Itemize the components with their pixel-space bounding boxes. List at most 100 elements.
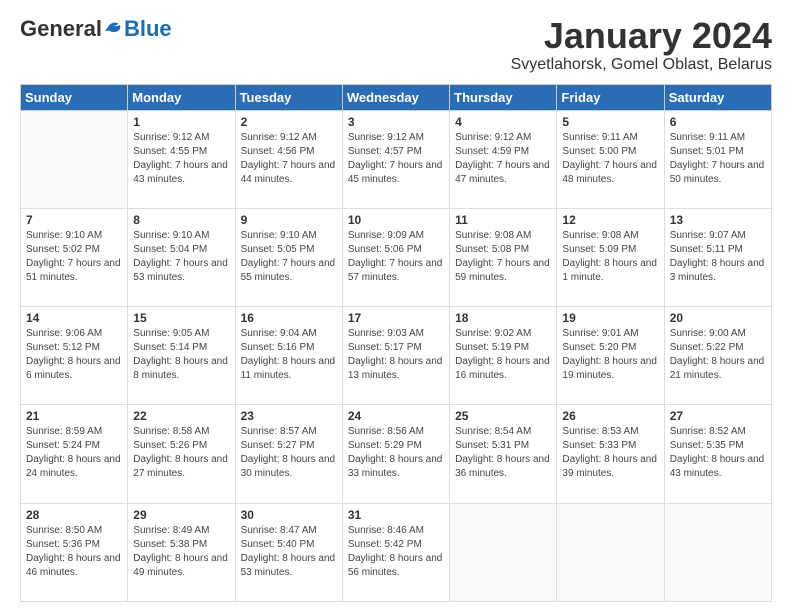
cell-date: 21 <box>26 409 122 423</box>
cell-info: Sunrise: 9:12 AMSunset: 4:56 PMDaylight:… <box>241 131 337 187</box>
cell-info: Sunrise: 8:58 AMSunset: 5:26 PMDaylight:… <box>133 425 229 481</box>
calendar-subtitle: Svyetlahorsk, Gomel Oblast, Belarus <box>511 56 772 74</box>
cell-date: 7 <box>26 213 122 227</box>
week-row-4: 28 Sunrise: 8:50 AMSunset: 5:36 PMDayligh… <box>21 503 772 601</box>
weekday-header-row: SundayMondayTuesdayWednesdayThursdayFrid… <box>21 84 772 110</box>
calendar-cell: 18Sunrise: 9:02 AMSunset: 5:19 PMDayligh… <box>450 307 557 405</box>
cell-date: 11 <box>455 213 551 227</box>
calendar-cell: 4 Sunrise: 9:12 AMSunset: 4:59 PMDaylight… <box>450 110 557 208</box>
cell-info: Sunrise: 9:01 AMSunset: 5:20 PMDaylight:… <box>562 327 658 383</box>
logo-bird-icon <box>104 19 124 39</box>
calendar-table: SundayMondayTuesdayWednesdayThursdayFrid… <box>20 84 772 602</box>
logo-general-text: General <box>20 16 102 42</box>
cell-info: Sunrise: 8:46 AMSunset: 5:42 PMDaylight:… <box>348 524 444 580</box>
cell-info: Sunrise: 9:09 AMSunset: 5:06 PMDaylight:… <box>348 229 444 285</box>
cell-date: 30 <box>241 508 337 522</box>
cell-date: 24 <box>348 409 444 423</box>
calendar-cell: 22Sunrise: 8:58 AMSunset: 5:26 PMDayligh… <box>128 405 235 503</box>
cell-date: 23 <box>241 409 337 423</box>
cell-info: Sunrise: 9:08 AMSunset: 5:08 PMDaylight:… <box>455 229 551 285</box>
weekday-header-thursday: Thursday <box>450 84 557 110</box>
cell-date: 8 <box>133 213 229 227</box>
cell-date: 9 <box>241 213 337 227</box>
calendar-cell: 6 Sunrise: 9:11 AMSunset: 5:01 PMDaylight… <box>664 110 771 208</box>
calendar-cell: 10 Sunrise: 9:09 AMSunset: 5:06 PMDayligh… <box>342 208 449 306</box>
cell-date: 1 <box>133 115 229 129</box>
weekday-header-saturday: Saturday <box>664 84 771 110</box>
cell-date: 5 <box>562 115 658 129</box>
cell-info: Sunrise: 8:52 AMSunset: 5:35 PMDaylight:… <box>670 425 766 481</box>
cell-date: 26 <box>562 409 658 423</box>
cell-info: Sunrise: 9:11 AMSunset: 5:01 PMDaylight:… <box>670 131 766 187</box>
calendar-cell: 28 Sunrise: 8:50 AMSunset: 5:36 PMDayligh… <box>21 503 128 601</box>
weekday-header-sunday: Sunday <box>21 84 128 110</box>
calendar-title: January 2024 <box>511 16 772 56</box>
calendar-cell: 24 Sunrise: 8:56 AMSunset: 5:29 PMDayligh… <box>342 405 449 503</box>
calendar-cell: 3Sunrise: 9:12 AMSunset: 4:57 PMDaylight… <box>342 110 449 208</box>
cell-info: Sunrise: 8:57 AMSunset: 5:27 PMDaylight:… <box>241 425 337 481</box>
calendar-cell: 11 Sunrise: 9:08 AMSunset: 5:08 PMDayligh… <box>450 208 557 306</box>
cell-info: Sunrise: 9:05 AMSunset: 5:14 PMDaylight:… <box>133 327 229 383</box>
cell-info: Sunrise: 9:08 AMSunset: 5:09 PMDaylight:… <box>562 229 658 285</box>
cell-date: 3 <box>348 115 444 129</box>
cell-date: 18 <box>455 311 551 325</box>
calendar-cell: 7 Sunrise: 9:10 AMSunset: 5:02 PMDaylight… <box>21 208 128 306</box>
page: General Blue January 2024 Svyetlahorsk, … <box>0 0 792 612</box>
calendar-cell: 31 Sunrise: 8:46 AMSunset: 5:42 PMDayligh… <box>342 503 449 601</box>
calendar-cell: 17Sunrise: 9:03 AMSunset: 5:17 PMDayligh… <box>342 307 449 405</box>
cell-date: 14 <box>26 311 122 325</box>
cell-date: 12 <box>562 213 658 227</box>
cell-date: 16 <box>241 311 337 325</box>
calendar-cell <box>450 503 557 601</box>
cell-info: Sunrise: 9:07 AMSunset: 5:11 PMDaylight:… <box>670 229 766 285</box>
calendar-cell: 13 Sunrise: 9:07 AMSunset: 5:11 PMDayligh… <box>664 208 771 306</box>
calendar-cell <box>21 110 128 208</box>
cell-info: Sunrise: 8:56 AMSunset: 5:29 PMDaylight:… <box>348 425 444 481</box>
cell-date: 20 <box>670 311 766 325</box>
cell-info: Sunrise: 8:54 AMSunset: 5:31 PMDaylight:… <box>455 425 551 481</box>
calendar-cell: 19 Sunrise: 9:01 AMSunset: 5:20 PMDayligh… <box>557 307 664 405</box>
cell-date: 4 <box>455 115 551 129</box>
calendar-cell: 9 Sunrise: 9:10 AMSunset: 5:05 PMDaylight… <box>235 208 342 306</box>
calendar-cell <box>557 503 664 601</box>
cell-date: 10 <box>348 213 444 227</box>
cell-info: Sunrise: 9:10 AMSunset: 5:04 PMDaylight:… <box>133 229 229 285</box>
cell-date: 6 <box>670 115 766 129</box>
week-row-1: 7 Sunrise: 9:10 AMSunset: 5:02 PMDaylight… <box>21 208 772 306</box>
calendar-cell: 30 Sunrise: 8:47 AMSunset: 5:40 PMDayligh… <box>235 503 342 601</box>
calendar-cell: 1 Sunrise: 9:12 AMSunset: 4:55 PMDaylight… <box>128 110 235 208</box>
cell-date: 13 <box>670 213 766 227</box>
cell-info: Sunrise: 8:59 AMSunset: 5:24 PMDaylight:… <box>26 425 122 481</box>
cell-info: Sunrise: 8:47 AMSunset: 5:40 PMDaylight:… <box>241 524 337 580</box>
cell-info: Sunrise: 9:10 AMSunset: 5:05 PMDaylight:… <box>241 229 337 285</box>
weekday-header-friday: Friday <box>557 84 664 110</box>
cell-date: 17 <box>348 311 444 325</box>
weekday-header-tuesday: Tuesday <box>235 84 342 110</box>
weekday-header-monday: Monday <box>128 84 235 110</box>
cell-date: 25 <box>455 409 551 423</box>
cell-info: Sunrise: 9:12 AMSunset: 4:55 PMDaylight:… <box>133 131 229 187</box>
calendar-cell: 23 Sunrise: 8:57 AMSunset: 5:27 PMDayligh… <box>235 405 342 503</box>
weekday-header-wednesday: Wednesday <box>342 84 449 110</box>
week-row-0: 1 Sunrise: 9:12 AMSunset: 4:55 PMDaylight… <box>21 110 772 208</box>
title-block: January 2024 Svyetlahorsk, Gomel Oblast,… <box>511 16 772 74</box>
cell-info: Sunrise: 9:12 AMSunset: 4:59 PMDaylight:… <box>455 131 551 187</box>
cell-date: 19 <box>562 311 658 325</box>
header: General Blue January 2024 Svyetlahorsk, … <box>20 16 772 74</box>
calendar-cell: 12 Sunrise: 9:08 AMSunset: 5:09 PMDayligh… <box>557 208 664 306</box>
cell-date: 29 <box>133 508 229 522</box>
calendar-cell: 2Sunrise: 9:12 AMSunset: 4:56 PMDaylight… <box>235 110 342 208</box>
calendar-cell: 14 Sunrise: 9:06 AMSunset: 5:12 PMDayligh… <box>21 307 128 405</box>
cell-info: Sunrise: 9:00 AMSunset: 5:22 PMDaylight:… <box>670 327 766 383</box>
cell-date: 31 <box>348 508 444 522</box>
cell-info: Sunrise: 9:06 AMSunset: 5:12 PMDaylight:… <box>26 327 122 383</box>
calendar-cell: 26Sunrise: 8:53 AMSunset: 5:33 PMDayligh… <box>557 405 664 503</box>
cell-date: 15 <box>133 311 229 325</box>
calendar-cell: 8 Sunrise: 9:10 AMSunset: 5:04 PMDaylight… <box>128 208 235 306</box>
cell-info: Sunrise: 9:10 AMSunset: 5:02 PMDaylight:… <box>26 229 122 285</box>
calendar-cell: 25 Sunrise: 8:54 AMSunset: 5:31 PMDayligh… <box>450 405 557 503</box>
cell-info: Sunrise: 8:50 AMSunset: 5:36 PMDaylight:… <box>26 524 122 580</box>
week-row-2: 14 Sunrise: 9:06 AMSunset: 5:12 PMDayligh… <box>21 307 772 405</box>
calendar-cell: 5Sunrise: 9:11 AMSunset: 5:00 PMDaylight… <box>557 110 664 208</box>
cell-date: 28 <box>26 508 122 522</box>
